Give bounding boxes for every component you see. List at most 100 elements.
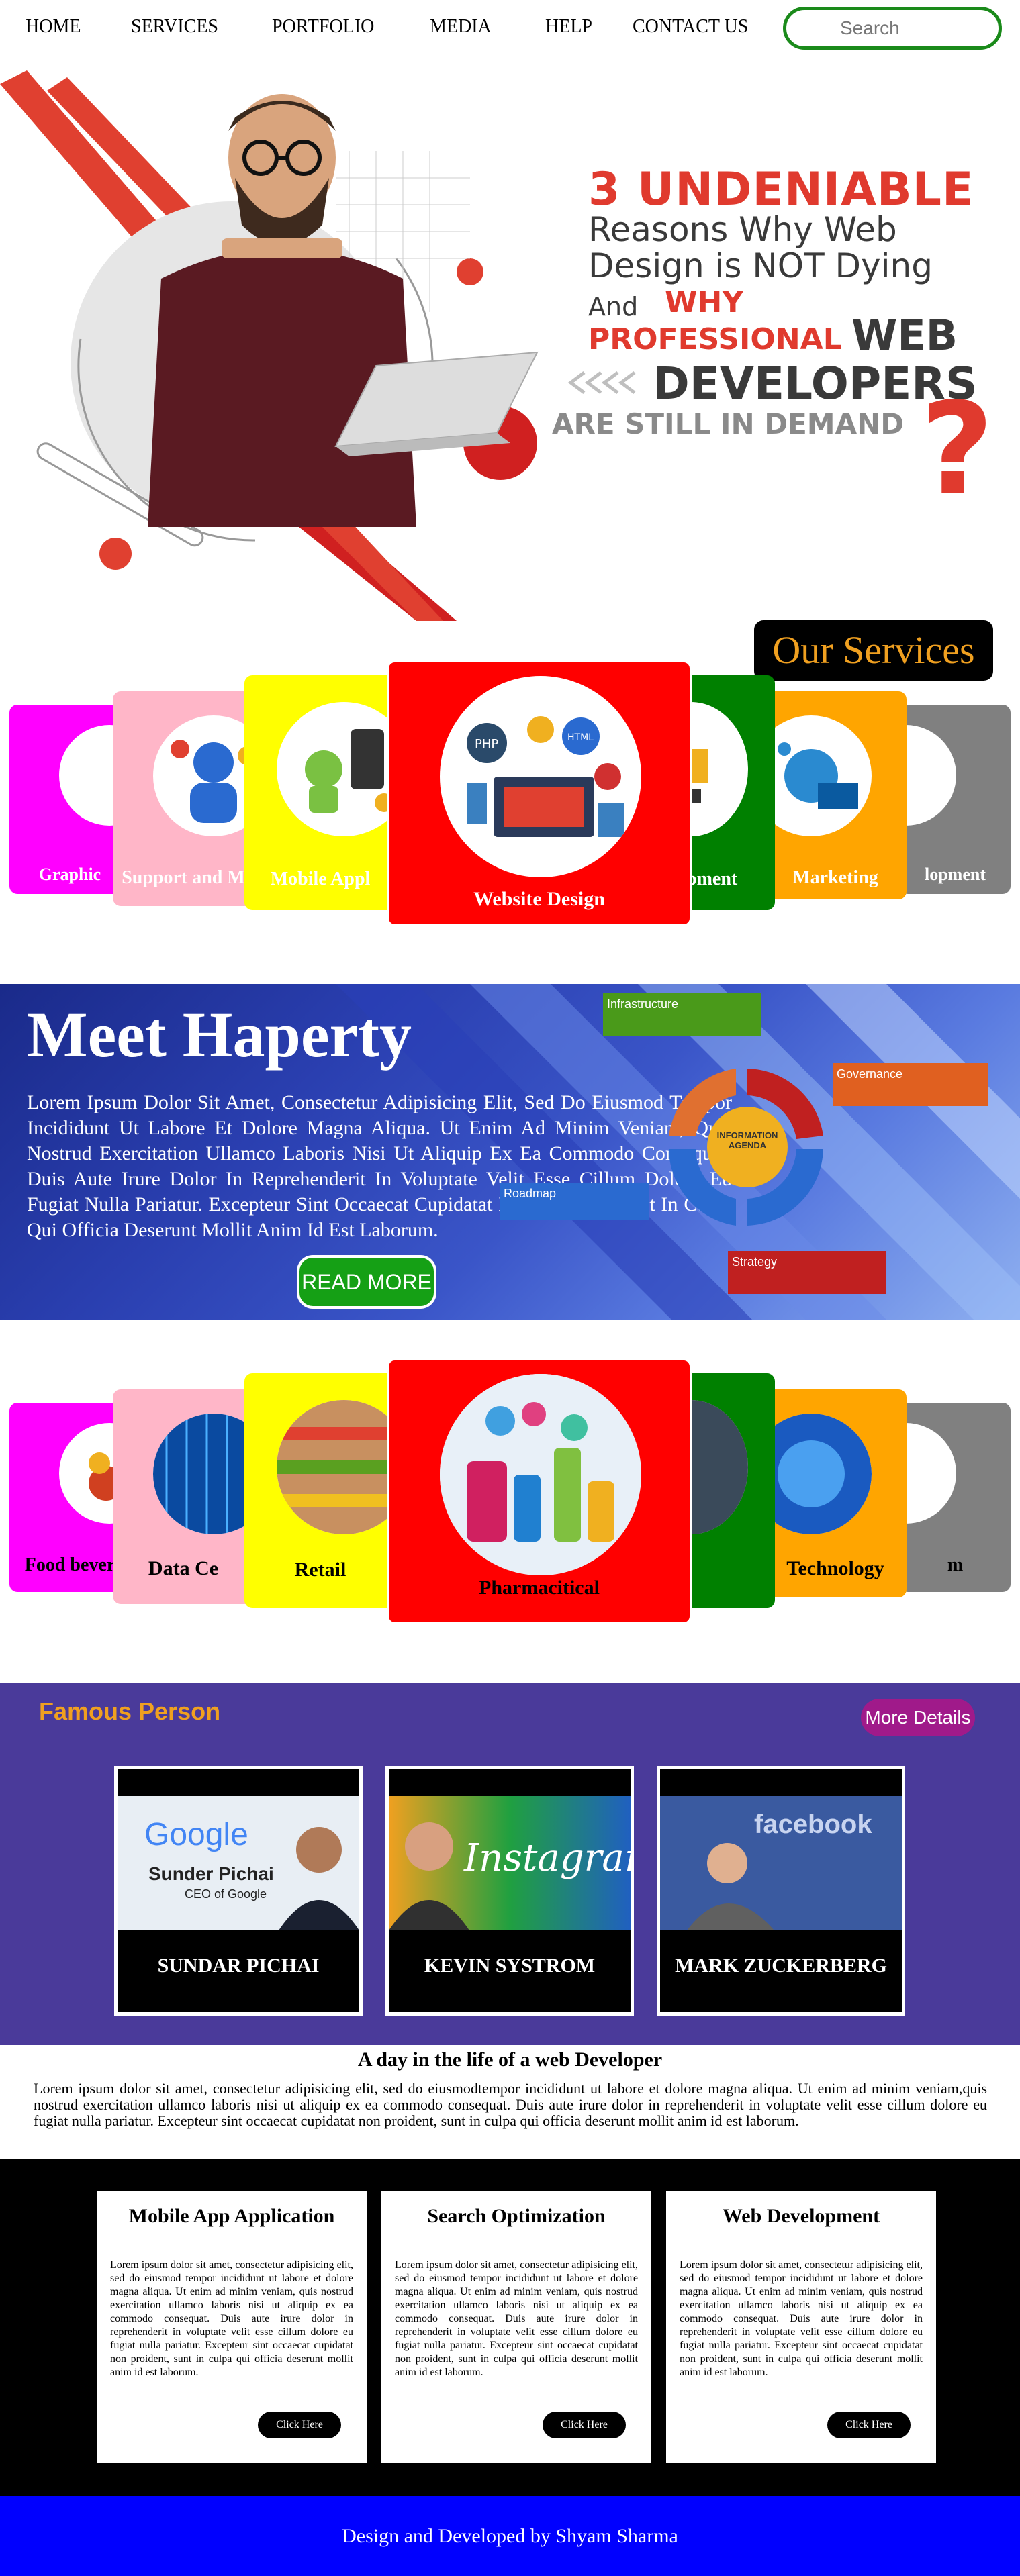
service-image <box>153 715 254 836</box>
more-details-button[interactable]: More Details <box>861 1699 975 1736</box>
nav-portfolio[interactable]: PORTFOLIO <box>272 16 374 38</box>
industry-image <box>277 1400 396 1534</box>
meet-section: Meet Haperty Lorem Ipsum Dolor Sit Amet,… <box>0 984 1020 1320</box>
person-silhouette <box>389 1822 469 1930</box>
service-card-website-design[interactable]: PHP HTML Website Design <box>387 660 692 926</box>
nav-media[interactable]: MEDIA <box>430 16 492 38</box>
person-name: KEVIN SYSTROM <box>424 1954 596 1977</box>
industry-card-food[interactable]: Food bever <box>9 1403 130 1592</box>
feature-text: Lorem ipsum dolor sit amet, consectetur … <box>395 2259 638 2378</box>
service-card-support[interactable]: Support and M <box>113 691 254 906</box>
nav-services[interactable]: SERVICES <box>131 16 218 38</box>
industry-label: Data Ce <box>148 1557 219 1579</box>
nav-home[interactable]: HOME <box>26 16 81 38</box>
support-icon <box>171 740 254 823</box>
service-image: PHP HTML <box>440 676 641 877</box>
service-label: lopment <box>925 864 986 884</box>
footer: Design and Developed by Shyam Sharma <box>0 2496 1020 2576</box>
search-input[interactable] <box>783 7 1002 50</box>
click-here-button[interactable]: Click Here <box>827 2412 911 2438</box>
service-card-mobile-app[interactable]: Mobile Appl <box>244 675 396 910</box>
brand-logo: Google <box>144 1817 248 1852</box>
feature-card: Search Optimization Lorem ipsum dolor si… <box>381 2191 651 2463</box>
photo-caption-title: CEO of Google <box>185 1887 267 1901</box>
industry-image <box>764 1414 872 1534</box>
hero-question-mark: ? <box>920 375 994 524</box>
hero-headline-web: WEB <box>851 311 958 360</box>
industry-label: Food bever <box>24 1554 115 1575</box>
industry-image <box>153 1414 254 1534</box>
retail-icon <box>277 1400 396 1534</box>
hero-headline-why: WHY <box>665 285 744 319</box>
industry-card-misc[interactable]: m <box>900 1403 1011 1592</box>
diagram-roadmap: Roadmap <box>500 1183 649 1220</box>
services-heading: Our Services <box>754 620 993 681</box>
service-card-graphic[interactable]: Graphic <box>9 705 130 894</box>
technology-icon <box>764 1414 872 1534</box>
website-design-icon: PHP HTML <box>467 716 624 837</box>
service-image <box>900 725 956 826</box>
industry-card-technology[interactable]: Technology <box>764 1389 907 1597</box>
service-image <box>277 702 396 836</box>
day-description: Lorem ipsum dolor sit amet, consectetur … <box>34 2080 987 2129</box>
feature-text: Lorem ipsum dolor sit amet, consectetur … <box>680 2259 923 2378</box>
hero-headline-professional: PROFESSIONAL <box>588 322 842 356</box>
brand-logo: facebook <box>754 1810 872 1839</box>
person-photo: facebook <box>660 1796 902 1930</box>
service-label: Mobile Appl <box>270 869 371 889</box>
service-label: Marketing <box>792 867 878 888</box>
hero-headline-demand: ARE STILL IN DEMAND <box>552 407 905 440</box>
nav-help[interactable]: HELP <box>545 16 592 38</box>
person-card[interactable]: Google Sunder Pichai CEO of Google SUNDA… <box>114 1766 363 2016</box>
svg-text:PHP: PHP <box>475 737 498 751</box>
hero-banner: 3 UNDENIABLE Reasons Why Web Design is N… <box>0 57 1020 621</box>
service-label: Support and M <box>122 867 245 888</box>
hero-headline-and: And <box>588 292 639 321</box>
click-here-button[interactable]: Click Here <box>543 2412 626 2438</box>
hero-headline-3: Design is NOT Dying <box>588 246 933 285</box>
feature-title: Search Optimization <box>427 2205 606 2227</box>
feature-card: Mobile App Application Lorem ipsum dolor… <box>97 2191 367 2463</box>
industry-card-data-center[interactable]: Data Ce <box>113 1389 254 1604</box>
read-more-button[interactable]: READ MORE <box>297 1255 436 1309</box>
click-here-button[interactable]: Click Here <box>258 2412 341 2438</box>
person-name: MARK ZUCKERBERG <box>675 1954 887 1977</box>
famous-title: Famous Person <box>39 1697 221 1725</box>
nav-contact-us[interactable]: CONTACT US <box>633 16 748 38</box>
pharmaceutical-icon <box>440 1374 641 1575</box>
service-label: Website Design <box>473 888 605 910</box>
diagram-center-label: INFORMATION AGENDA <box>716 1130 778 1150</box>
person-card[interactable]: facebook MARK ZUCKERBERG <box>657 1766 905 2016</box>
data-center-icon <box>153 1414 254 1534</box>
industry-card-retail[interactable]: Retail <box>244 1373 396 1608</box>
industry-label: m <box>947 1554 964 1575</box>
industry-card-pharmaceutical[interactable]: Pharmacitical <box>387 1358 692 1624</box>
industry-label: Technology <box>786 1557 884 1579</box>
diagram-governance: Governance <box>833 1063 988 1106</box>
industry-image <box>440 1374 641 1575</box>
feature-text: Lorem ipsum dolor sit amet, consectetur … <box>110 2259 353 2378</box>
photo-caption-name: Sunder Pichai <box>148 1863 274 1884</box>
feature-title: Mobile App Application <box>128 2205 335 2227</box>
navbar: HOME SERVICES PORTFOLIO MEDIA HELP CONTA… <box>0 0 1020 57</box>
hero-headline-2: Reasons Why Web <box>588 210 897 249</box>
diagram-strategy: Strategy <box>728 1251 886 1294</box>
day-title: A day in the life of a web Developer <box>357 2048 663 2071</box>
marketing-icon <box>778 742 858 809</box>
famous-section: Famous Person More Details Google Sunder… <box>0 1683 1020 2045</box>
person-card[interactable]: Instagram KEVIN SYSTROM <box>385 1766 634 2016</box>
person-silhouette <box>279 1827 359 1930</box>
service-card-marketing[interactable]: Marketing <box>764 691 907 899</box>
service-label: Graphic <box>38 864 101 884</box>
person-photo: Google Sunder Pichai CEO of Google <box>118 1796 359 1930</box>
service-image <box>764 715 872 836</box>
meet-title: Meet Haperty <box>27 999 412 1071</box>
industry-label: Retail <box>294 1558 346 1581</box>
hero-headline-1: 3 UNDENIABLE <box>588 163 974 216</box>
person-name: SUNDAR PICHAI <box>157 1954 320 1977</box>
service-card-development[interactable]: lopment <box>900 705 1011 894</box>
industry-image <box>900 1423 956 1524</box>
diagram-infrastructure: Infrastructure <box>603 993 761 1036</box>
mobile-app-icon <box>305 729 393 813</box>
feature-card: Web Development Lorem ipsum dolor sit am… <box>666 2191 936 2463</box>
